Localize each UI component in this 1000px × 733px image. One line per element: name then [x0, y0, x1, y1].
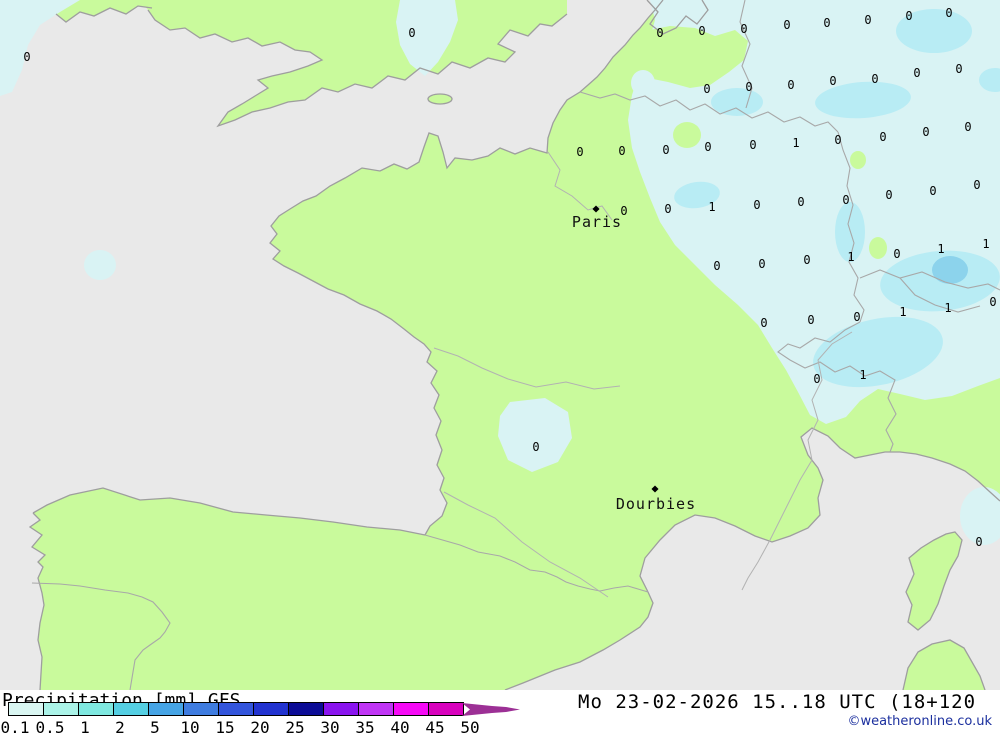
precip-value: 0	[797, 196, 804, 208]
precip-blob-belgium	[631, 70, 655, 96]
precip-value: 0	[842, 194, 849, 206]
precip-value: 1	[899, 306, 906, 318]
precip-value: 0	[975, 536, 982, 548]
legend-color-segment	[323, 702, 359, 716]
precip-value: 0	[922, 126, 929, 138]
precip-value: 0	[803, 254, 810, 266]
map-canvas	[0, 0, 1000, 690]
legend-tick: 45	[425, 718, 444, 733]
precip-value: 1	[859, 369, 866, 381]
precip-value: 0	[662, 144, 669, 156]
legend-color-segment	[358, 702, 394, 716]
precip-value: 0	[864, 14, 871, 26]
legend-color-segment	[428, 702, 464, 716]
legend-tick: 10	[180, 718, 199, 733]
legend-color-segment	[113, 702, 149, 716]
precip-value: 0	[749, 139, 756, 151]
legend-tick: 15	[215, 718, 234, 733]
precip-value: 1	[847, 251, 854, 263]
precip-value: 0	[964, 121, 971, 133]
precip-value: 1	[982, 238, 989, 250]
legend-color-segment	[218, 702, 254, 716]
legend-color-segment	[288, 702, 324, 716]
precip-value: 0	[871, 73, 878, 85]
precip-medium-rhineland	[711, 88, 763, 116]
precip-value: 0	[813, 373, 820, 385]
legend-color-segment	[78, 702, 114, 716]
legend-color-segment	[8, 702, 44, 716]
legend-tick: 30	[320, 718, 339, 733]
precip-value: 0	[807, 314, 814, 326]
precip-value: 0	[656, 27, 663, 39]
legend-footer: Precipitation [mm] GFS 0.10.512510152025…	[0, 690, 1000, 733]
precip-value: 0	[973, 179, 980, 191]
precip-value: 0	[664, 203, 671, 215]
precip-value: 1	[708, 201, 715, 213]
legend-color-segment	[393, 702, 429, 716]
legend-tick: 0.5	[36, 718, 65, 733]
legend-tick: 1	[80, 718, 90, 733]
precip-value: 0	[945, 7, 952, 19]
legend-color-segment	[253, 702, 289, 716]
forecast-datetime: Mo 23-02-2026 15..18 UTC (18+120	[578, 691, 976, 713]
precip-value: 0	[787, 79, 794, 91]
precip-value: 0	[408, 27, 415, 39]
precip-value: 0	[698, 25, 705, 37]
precip-core-alps	[932, 256, 968, 284]
precip-value: 0	[783, 19, 790, 31]
legend-tick: 25	[285, 718, 304, 733]
precip-value: 0	[703, 83, 710, 95]
precip-value: 0	[23, 51, 30, 63]
precip-value: 0	[576, 146, 583, 158]
legend-tick: 2	[115, 718, 125, 733]
precip-blob-atlantic	[84, 250, 116, 280]
precip-value: 0	[834, 134, 841, 146]
precip-value: 0	[885, 189, 892, 201]
weather-map-page: 0000000000000000000000100000010000000001…	[0, 0, 1000, 733]
copyright-link[interactable]: ©weatheronline.co.uk	[847, 714, 992, 729]
precip-value: 0	[753, 199, 760, 211]
precip-value: 0	[618, 145, 625, 157]
land-patch-jura	[869, 237, 887, 259]
land-patch-ardennes	[673, 122, 701, 148]
precip-value: 0	[989, 296, 996, 308]
precip-value: 0	[913, 67, 920, 79]
precip-value: 0	[829, 75, 836, 87]
precip-value: 0	[704, 141, 711, 153]
legend-color-segment	[183, 702, 219, 716]
legend-tick: 5	[150, 718, 160, 733]
precip-value: 0	[879, 131, 886, 143]
precip-value: 0	[823, 17, 830, 29]
precip-value: 0	[713, 260, 720, 272]
precip-value: 0	[929, 185, 936, 197]
precip-value: 0	[853, 311, 860, 323]
precip-value: 0	[905, 10, 912, 22]
legend-tick: 50	[460, 718, 479, 733]
precip-value: 1	[937, 243, 944, 255]
city-label: Paris	[572, 213, 622, 231]
legend-color-segment	[148, 702, 184, 716]
precip-value: 0	[758, 258, 765, 270]
land-patch-saar	[850, 151, 866, 169]
precip-value: 0	[893, 248, 900, 260]
precip-value: 0	[760, 317, 767, 329]
precip-value: 0	[745, 81, 752, 93]
precip-value: 0	[955, 63, 962, 75]
precip-value: 0	[532, 441, 539, 453]
legend-tick: 40	[390, 718, 409, 733]
precip-value: 1	[792, 137, 799, 149]
legend-tick: 0.1	[1, 718, 30, 733]
legend-tick: 35	[355, 718, 374, 733]
legend-color-segment	[43, 702, 79, 716]
precip-value: 1	[944, 302, 951, 314]
precip-value: 0	[740, 23, 747, 35]
city-label: Dourbies	[616, 495, 696, 513]
legend-tick: 20	[250, 718, 269, 733]
legend-arrow	[462, 702, 522, 717]
map-area: 0 0 0 0 0 0 0 0 0 0 0 0 0 0 0 0 0 0 0 0 0 0 1 0 0 0 0 0 0 1 0 0 0 0 0 0 0 0 0 1…	[0, 0, 1000, 690]
